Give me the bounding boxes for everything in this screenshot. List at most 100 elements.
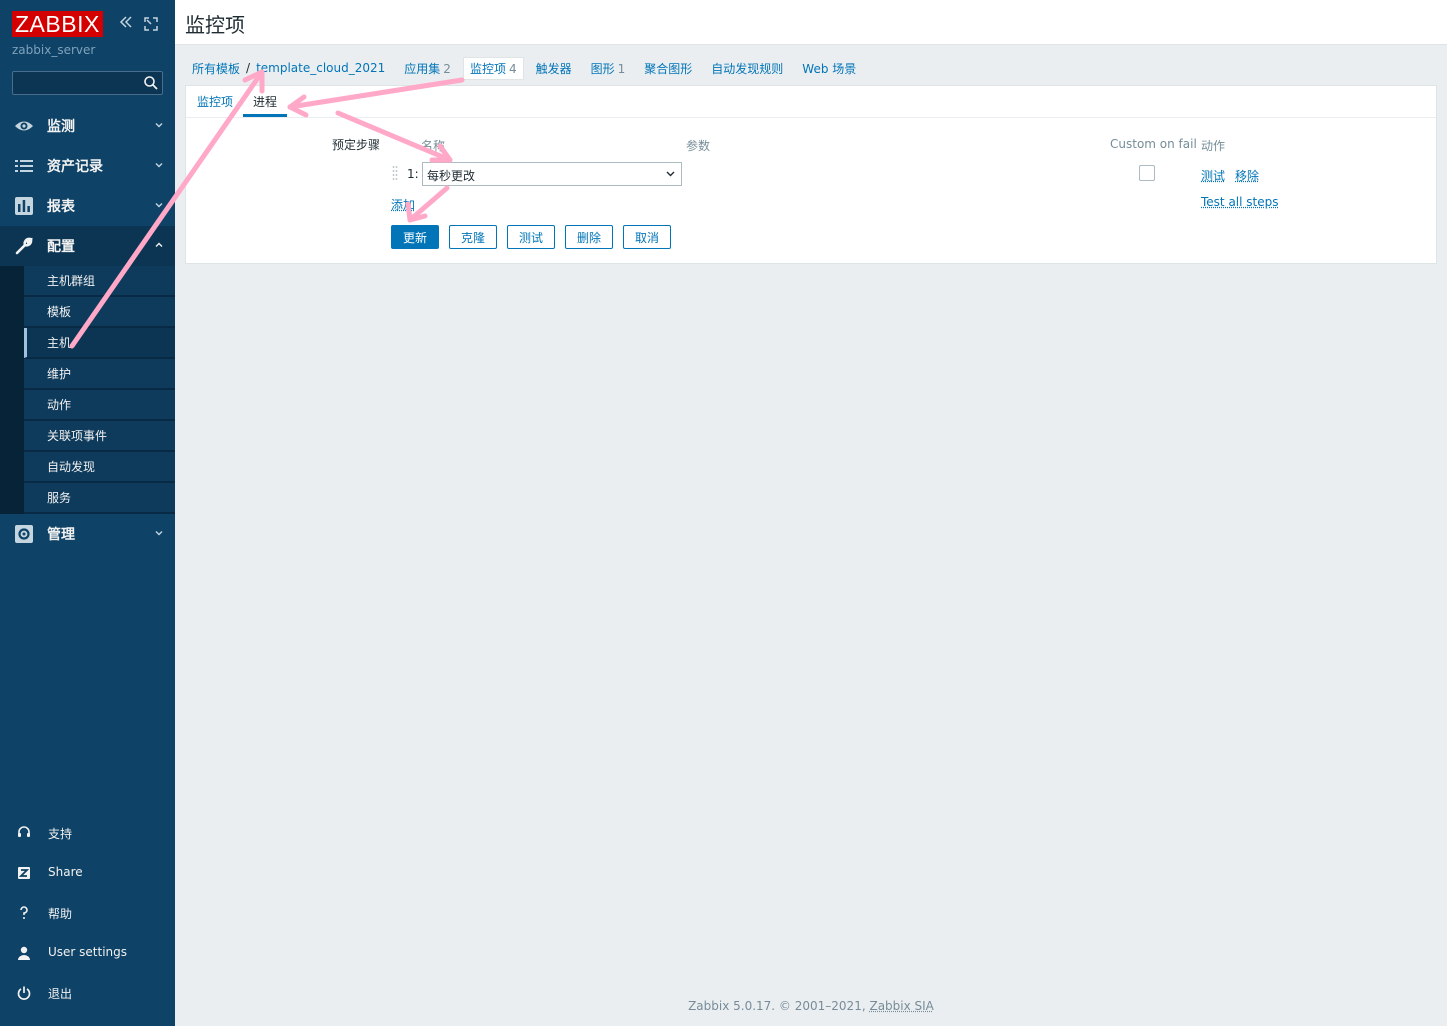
- tab-item[interactable]: 监控项: [197, 93, 233, 110]
- tab-count: 1: [617, 61, 626, 76]
- tab-label: 自动发现规则: [711, 61, 784, 76]
- tab-applications[interactable]: 应用集 2: [404, 60, 451, 77]
- step-type-select[interactable]: 每秒更改: [422, 162, 682, 186]
- menu-inventory[interactable]: 资产记录: [0, 146, 175, 186]
- power-icon: [17, 986, 31, 1000]
- gear-icon: [15, 525, 33, 543]
- zabbix-share-icon: [18, 867, 30, 879]
- tab-discovery-rules[interactable]: 自动发现规则: [711, 60, 783, 77]
- page-title: 监控项: [185, 13, 245, 37]
- chevron-down-icon: [666, 171, 675, 177]
- support-link[interactable]: 支持: [0, 813, 175, 853]
- tab-count: 4: [508, 61, 517, 76]
- tab-label: Web 场景: [802, 61, 857, 76]
- tab-count: 2: [443, 61, 451, 76]
- submenu-label: 自动发现: [47, 460, 96, 474]
- custom-on-fail-checkbox[interactable]: [1139, 165, 1155, 181]
- cancel-button[interactable]: 取消: [623, 225, 671, 249]
- menu-label: 配置: [47, 239, 75, 255]
- submenu-indent: [0, 266, 24, 514]
- submenu-services[interactable]: 服务: [24, 483, 175, 513]
- test-all-steps-link[interactable]: Test all steps: [1201, 195, 1279, 209]
- submenu-label: 模板: [47, 305, 72, 319]
- tab-preprocessing[interactable]: 进程: [253, 93, 277, 110]
- headset-icon: [18, 826, 30, 837]
- tab-label: 图形: [590, 61, 615, 76]
- logo-row: ZABBIX: [12, 11, 103, 37]
- tab-label: 监控项: [469, 61, 506, 76]
- menu-label: 管理: [47, 527, 75, 543]
- submenu-label: 关联项事件: [47, 429, 108, 443]
- zabbix-logo[interactable]: ZABBIX: [12, 11, 103, 37]
- logout-link[interactable]: 退出: [0, 973, 175, 1013]
- chevron-down-icon: [155, 531, 163, 536]
- submenu-host-groups[interactable]: 主机群组: [24, 266, 175, 296]
- step-remove-link[interactable]: 移除: [1235, 167, 1259, 184]
- submenu-discovery[interactable]: 自动发现: [24, 452, 175, 482]
- test-button[interactable]: 测试: [507, 225, 555, 249]
- bar-chart-icon: [15, 197, 33, 215]
- submenu-event-correlation[interactable]: 关联项事件: [24, 421, 175, 451]
- chevron-down-icon: [155, 123, 163, 128]
- submenu-maintenance[interactable]: 维护: [24, 359, 175, 389]
- eye-icon: [15, 121, 33, 131]
- footer: Zabbix 5.0.17. © 2001–2021, Zabbix SIA: [175, 999, 1447, 1013]
- tab-web-scenarios[interactable]: Web 场景: [802, 60, 856, 77]
- share-label: Share: [48, 865, 83, 879]
- menu-label: 监测: [47, 119, 75, 135]
- logout-label: 退出: [48, 987, 73, 1001]
- tab-triggers[interactable]: 触发器: [536, 60, 572, 77]
- column-custom-on-fail: Custom on fail: [1110, 137, 1197, 151]
- user-settings-label: User settings: [48, 945, 128, 959]
- tab-graphs[interactable]: 图形 1: [591, 60, 626, 77]
- share-link[interactable]: Share: [0, 853, 175, 893]
- help-link[interactable]: 帮助: [0, 893, 175, 933]
- menu-administration[interactable]: 管理: [0, 514, 175, 554]
- preprocessing-label: 预定步骤: [332, 138, 381, 152]
- user-icon: [18, 946, 30, 960]
- collapse-sidebar-icon[interactable]: [118, 14, 134, 30]
- submenu-label: 主机: [47, 336, 72, 350]
- delete-button[interactable]: 删除: [565, 225, 613, 249]
- form-tabs: 监控项 进程: [186, 86, 1436, 118]
- breadcrumb-template[interactable]: template_cloud_2021: [256, 61, 385, 75]
- search-icon[interactable]: [143, 75, 159, 91]
- submenu-templates[interactable]: 模板: [24, 297, 175, 327]
- menu-monitoring[interactable]: 监测: [0, 106, 175, 146]
- menu-configuration[interactable]: 配置: [0, 226, 175, 266]
- search-box: [12, 71, 163, 95]
- drag-handle-icon[interactable]: [392, 165, 398, 183]
- help-label: 帮助: [48, 907, 73, 921]
- submenu-label: 主机群组: [47, 274, 96, 288]
- submenu-actions[interactable]: 动作: [24, 390, 175, 420]
- tab-label: 触发器: [535, 61, 572, 76]
- kiosk-mode-icon[interactable]: [144, 17, 158, 31]
- footer-company-link[interactable]: Zabbix SIA: [869, 999, 933, 1013]
- clone-button[interactable]: 克隆: [449, 225, 497, 249]
- item-form-panel: 监控项 进程 预定步骤 名称 参数 Custom on fail 动作 1: 每…: [185, 85, 1437, 264]
- footer-text: Zabbix 5.0.17. © 2001–2021,: [688, 999, 866, 1013]
- menu-label: 报表: [47, 199, 75, 215]
- breadcrumb: 所有模板 / template_cloud_2021 应用集 2 监控项 4 触发器…: [185, 56, 856, 80]
- tab-items[interactable]: 监控项 4: [462, 56, 524, 80]
- user-settings-link[interactable]: User settings: [0, 933, 175, 973]
- update-button[interactable]: 更新: [391, 225, 439, 249]
- chevron-up-icon: [155, 242, 163, 247]
- menu-reports[interactable]: 报表: [0, 186, 175, 226]
- step-test-link[interactable]: 测试: [1201, 167, 1225, 184]
- submenu-label: 动作: [47, 398, 72, 412]
- chevron-down-icon: [155, 163, 163, 168]
- add-step-link[interactable]: 添加: [391, 196, 415, 213]
- wrench-icon: [15, 237, 33, 255]
- sidebar: ZABBIX zabbix_server 监测 资产记录 报表 配置 主机群组 …: [0, 0, 175, 1026]
- submenu-hosts[interactable]: 主机: [24, 328, 175, 358]
- tab-label: 应用集: [404, 61, 441, 76]
- breadcrumb-all-templates[interactable]: 所有模板: [192, 60, 240, 77]
- list-icon: [15, 160, 33, 172]
- server-name: zabbix_server: [12, 43, 96, 57]
- tab-label: 聚合图形: [644, 61, 693, 76]
- tab-screens[interactable]: 聚合图形: [644, 60, 692, 77]
- search-input[interactable]: [13, 72, 138, 94]
- page-header: 监控项: [175, 0, 1447, 45]
- column-action: 动作: [1201, 139, 1226, 153]
